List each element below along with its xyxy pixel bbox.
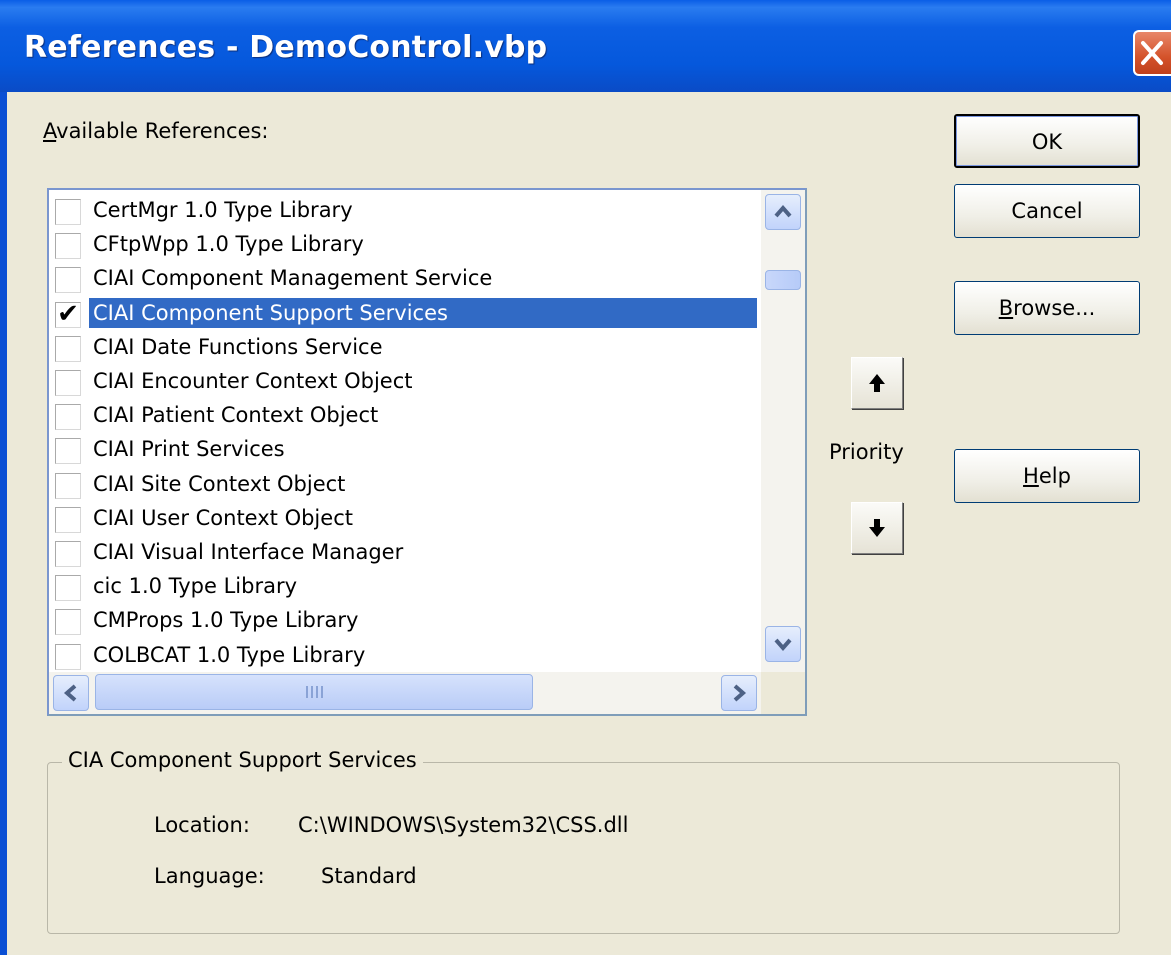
reference-name: CIAI Visual Interface Manager [93, 540, 404, 564]
reference-details-group [47, 762, 1120, 934]
reference-list-item[interactable]: CIAI Visual Interface Manager [49, 535, 761, 569]
scroll-right-icon [733, 684, 747, 702]
reference-list-item[interactable]: CIAI Patient Context Object [49, 398, 761, 432]
browse-mnemonic: B [998, 296, 1014, 320]
reference-checkbox[interactable] [55, 506, 81, 533]
arrow-up-icon [869, 374, 885, 392]
arrow-down-icon [869, 519, 885, 537]
available-references-label: Available References: [43, 119, 269, 143]
priority-down-button[interactable] [851, 502, 903, 554]
reference-name: CIAI Site Context Object [93, 471, 346, 496]
close-button[interactable] [1133, 30, 1171, 76]
reference-name: CIAI Encounter Context Object [93, 369, 413, 393]
reference-name: CertMgr 1.0 Type Library [93, 198, 353, 222]
vertical-scroll-thumb[interactable] [765, 270, 801, 290]
reference-name: CIAI Component Management Service [93, 266, 493, 291]
reference-name: CMProps 1.0 Type Library [93, 608, 359, 633]
reference-name: CFtpWpp 1.0 Type Library [93, 232, 364, 257]
help-button[interactable]: Help [954, 449, 1140, 503]
scroll-right-button[interactable] [721, 675, 757, 711]
reference-details-title: CIA Component Support Services [62, 748, 423, 772]
scrollbar-corner [761, 672, 805, 714]
scroll-left-icon [63, 684, 77, 702]
priority-up-button[interactable] [851, 357, 903, 409]
available-references-label-mnemonic: A [43, 119, 57, 143]
reference-list-item[interactable]: CIAI Component Management Service [49, 261, 761, 295]
reference-checkbox[interactable] [55, 404, 81, 431]
reference-list-item[interactable]: CFtpWpp 1.0 Type Library [49, 227, 761, 261]
reference-list-item[interactable]: CIAI Print Services [49, 432, 761, 466]
reference-name: CIAI User Context Object [93, 505, 353, 530]
help-label: elp [1038, 464, 1071, 488]
priority-label: Priority [829, 440, 904, 464]
reference-checkbox[interactable] [55, 643, 81, 670]
reference-checkbox[interactable] [55, 199, 81, 225]
reference-name: CIAI Component Support Services [88, 296, 758, 329]
help-mnemonic: H [1023, 464, 1039, 488]
scroll-down-button[interactable] [765, 626, 801, 662]
location-value: C:\WINDOWS\System32\CSS.dll [298, 813, 629, 837]
scroll-up-button[interactable] [765, 194, 801, 230]
title-bar[interactable]: References - DemoControl.vbp [0, 0, 1171, 92]
close-icon [1141, 41, 1163, 65]
reference-checkbox[interactable] [55, 370, 81, 396]
reference-checkbox[interactable] [55, 438, 81, 465]
reference-checkbox[interactable] [55, 267, 81, 294]
location-label: Location: [154, 813, 250, 837]
reference-checkbox[interactable] [55, 233, 81, 260]
reference-checkbox[interactable]: ✔ [55, 301, 81, 328]
reference-list-item[interactable]: CIAI Encounter Context Object [49, 364, 761, 398]
browse-label: rowse... [1013, 296, 1096, 320]
reference-name: cic 1.0 Type Library [93, 574, 298, 599]
reference-name: CIAI Print Services [93, 437, 285, 462]
reference-name: COLBCAT 1.0 Type Library [93, 642, 366, 667]
reference-name: CIAI Patient Context Object [93, 403, 379, 428]
language-value: Standard [321, 864, 417, 888]
horizontal-scroll-thumb[interactable] [95, 674, 533, 710]
reference-list-item[interactable]: ✔ CIAI Component Support Services [49, 296, 761, 330]
reference-checkbox[interactable] [55, 472, 81, 499]
horizontal-scrollbar[interactable] [49, 672, 761, 714]
cancel-button[interactable]: Cancel [954, 184, 1140, 238]
window-title: References - DemoControl.vbp [24, 30, 548, 65]
reference-list-item[interactable]: CertMgr 1.0 Type Library [49, 193, 761, 227]
scroll-left-button[interactable] [53, 675, 89, 711]
grip-icon [306, 686, 323, 698]
available-references-label-text: vailable References: [56, 119, 269, 143]
reference-list-item[interactable]: cic 1.0 Type Library [49, 569, 761, 603]
reference-checkbox[interactable] [55, 335, 81, 362]
reference-checkbox[interactable] [55, 609, 81, 636]
scroll-up-icon [774, 204, 792, 218]
references-listbox[interactable]: CertMgr 1.0 Type Library CFtpWpp 1.0 Type… [47, 188, 807, 716]
reference-checkbox[interactable] [55, 541, 81, 567]
ok-button[interactable]: OK [954, 114, 1140, 168]
reference-list-item[interactable]: CIAI User Context Object [49, 501, 761, 535]
reference-list-item[interactable]: CMProps 1.0 Type Library [49, 603, 761, 637]
vertical-scrollbar[interactable] [761, 190, 805, 672]
reference-list-item[interactable]: COLBCAT 1.0 Type Library [49, 638, 761, 672]
reference-checkbox[interactable] [55, 575, 81, 602]
scroll-down-icon [774, 638, 792, 652]
window-border [0, 92, 7, 955]
reference-list-item[interactable]: CIAI Date Functions Service [49, 330, 761, 364]
browse-button[interactable]: Browse... [954, 281, 1140, 335]
reference-list-item[interactable]: CIAI Site Context Object [49, 467, 761, 501]
language-label: Language: [154, 864, 265, 888]
reference-name: CIAI Date Functions Service [93, 334, 383, 359]
